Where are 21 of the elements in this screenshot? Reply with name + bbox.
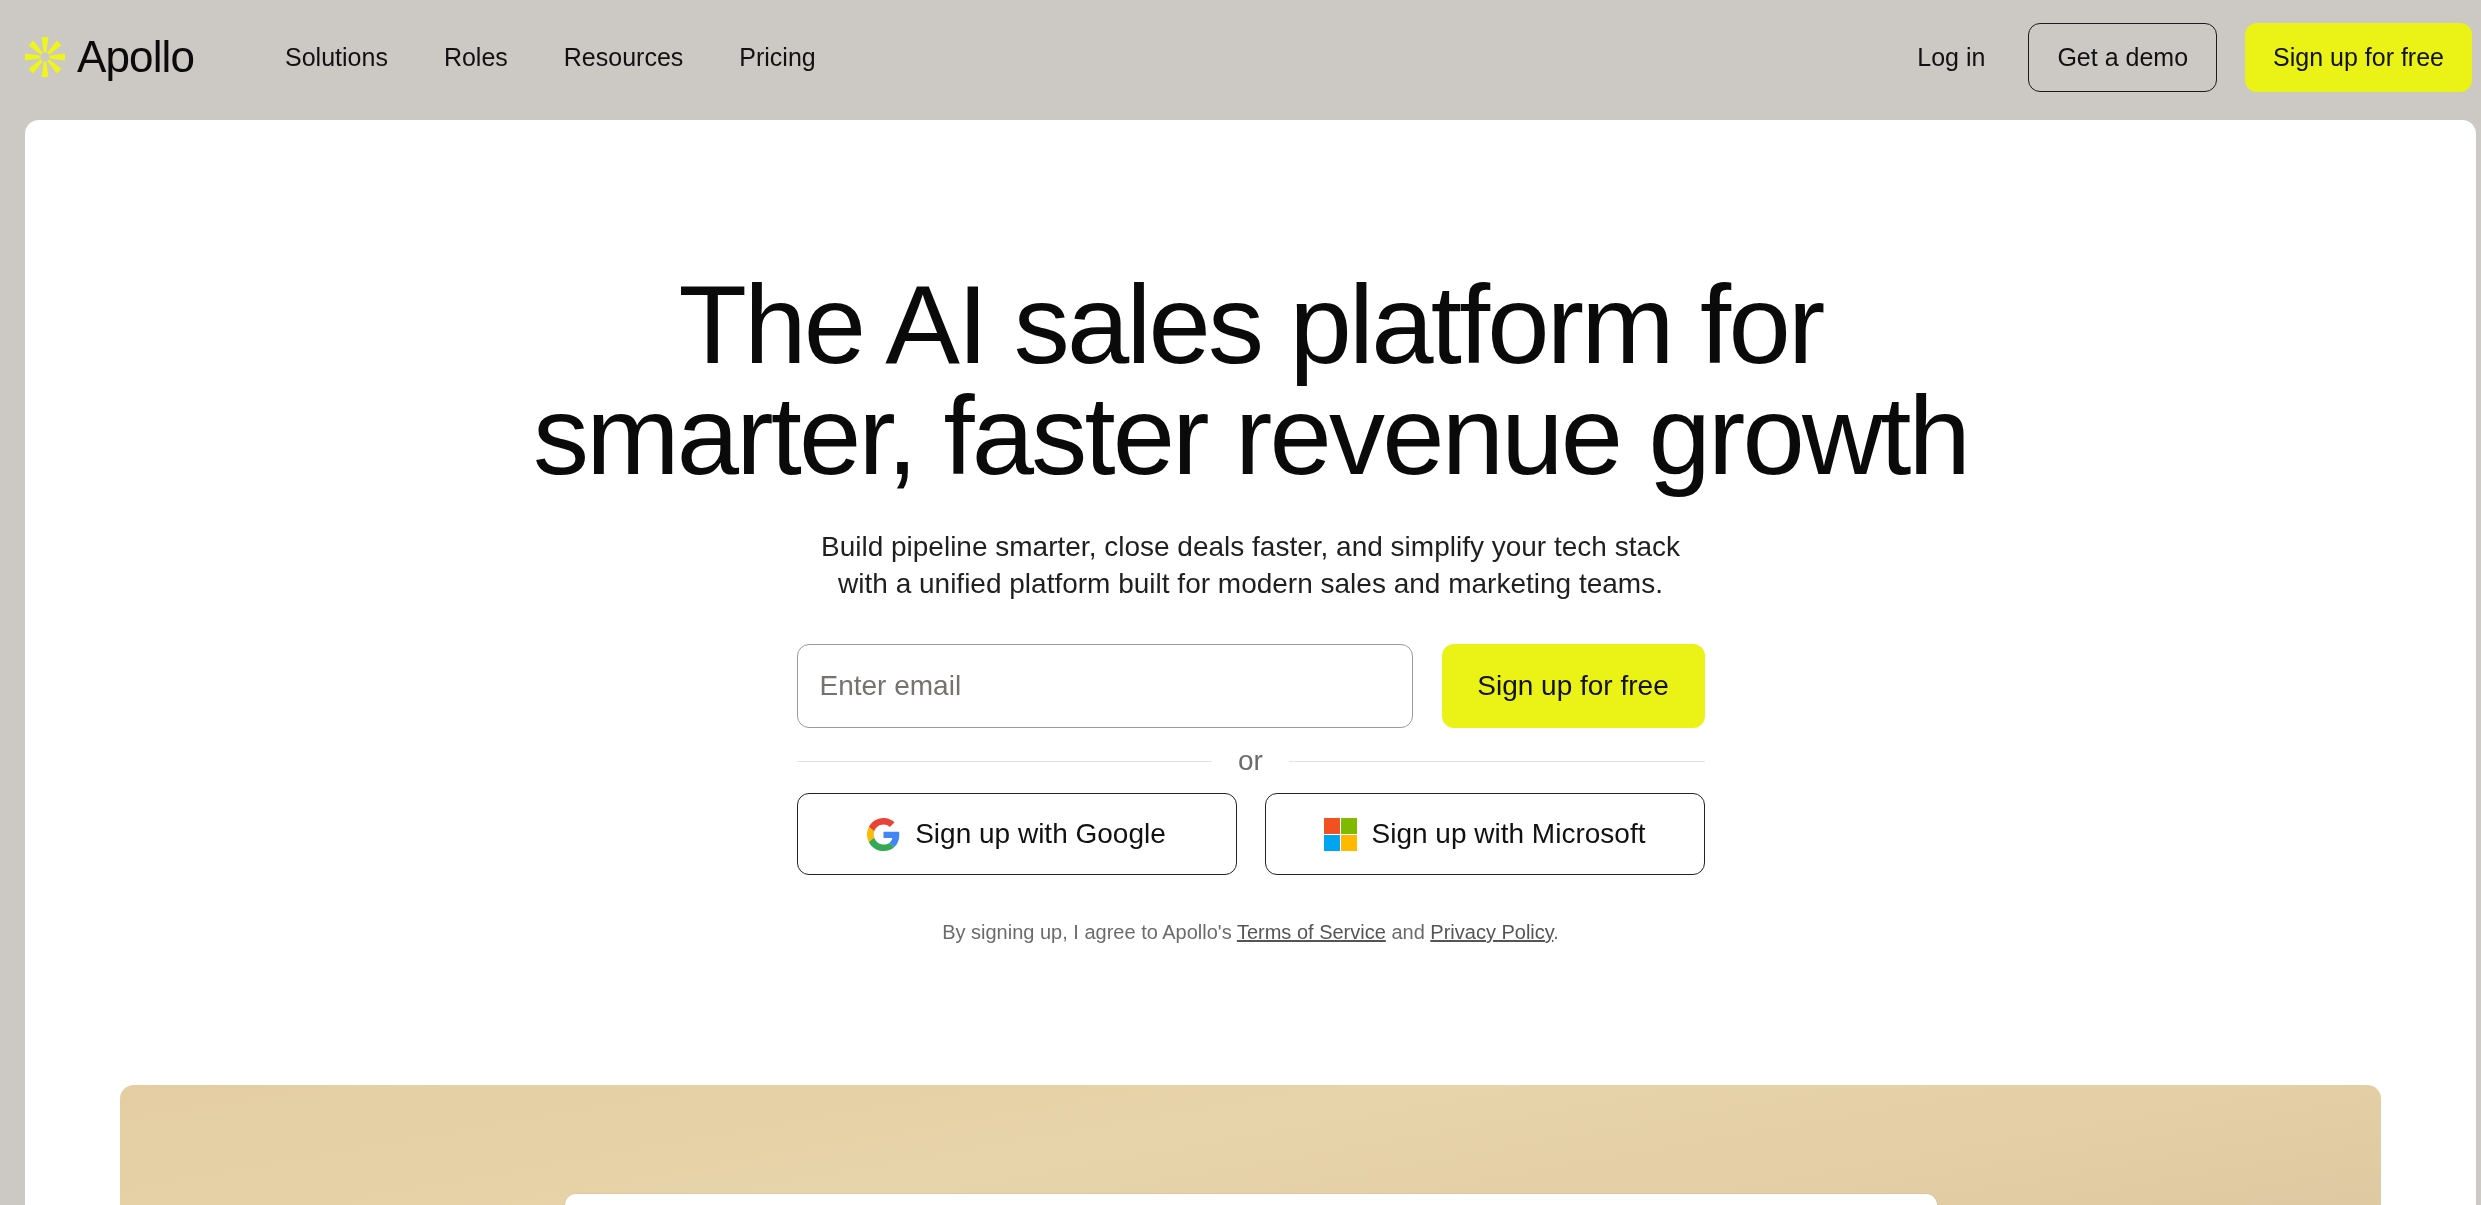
login-link[interactable]: Log in bbox=[1917, 42, 1986, 72]
divider-text: or bbox=[1238, 746, 1263, 776]
hero-heading: The AI sales platform for smarter, faster revenue growth bbox=[532, 261, 1969, 500]
email-field[interactable]: Enter email bbox=[796, 644, 1413, 728]
nav-link[interactable]: Solutions bbox=[285, 42, 388, 72]
nav-link[interactable]: Roles bbox=[443, 42, 508, 72]
hero-subtitle: Build pipeline smarter, close deals faster, and simplify your tech stack with a unified platform built for modern sales and marketing teams. bbox=[819, 530, 1682, 601]
google-logo-icon bbox=[867, 817, 901, 851]
legal-link[interactable]: Privacy Policy bbox=[1430, 921, 1554, 943]
legal-link[interactable]: Terms of Service bbox=[1236, 921, 1386, 943]
microsoft-signup-button[interactable]: Sign up with Microsoft bbox=[1264, 793, 1705, 875]
starburst-icon bbox=[24, 36, 66, 78]
google-signup-button[interactable]: Sign up with Google bbox=[796, 793, 1237, 875]
nav-link[interactable]: Resources bbox=[563, 42, 684, 72]
demo-button[interactable]: Get a demo bbox=[2028, 22, 2218, 92]
signup-button[interactable]: Sign up for free bbox=[2245, 22, 2472, 92]
microsoft-logo-icon bbox=[1323, 817, 1357, 851]
terms-text: By signing up, I agree to Apollo's Terms of Service and Privacy Policy. bbox=[942, 920, 1559, 945]
nav-link[interactable]: Pricing bbox=[739, 42, 816, 72]
logo-link[interactable]: Apollo bbox=[24, 35, 195, 79]
signup-submit-button[interactable]: Sign up for free bbox=[1441, 644, 1705, 728]
